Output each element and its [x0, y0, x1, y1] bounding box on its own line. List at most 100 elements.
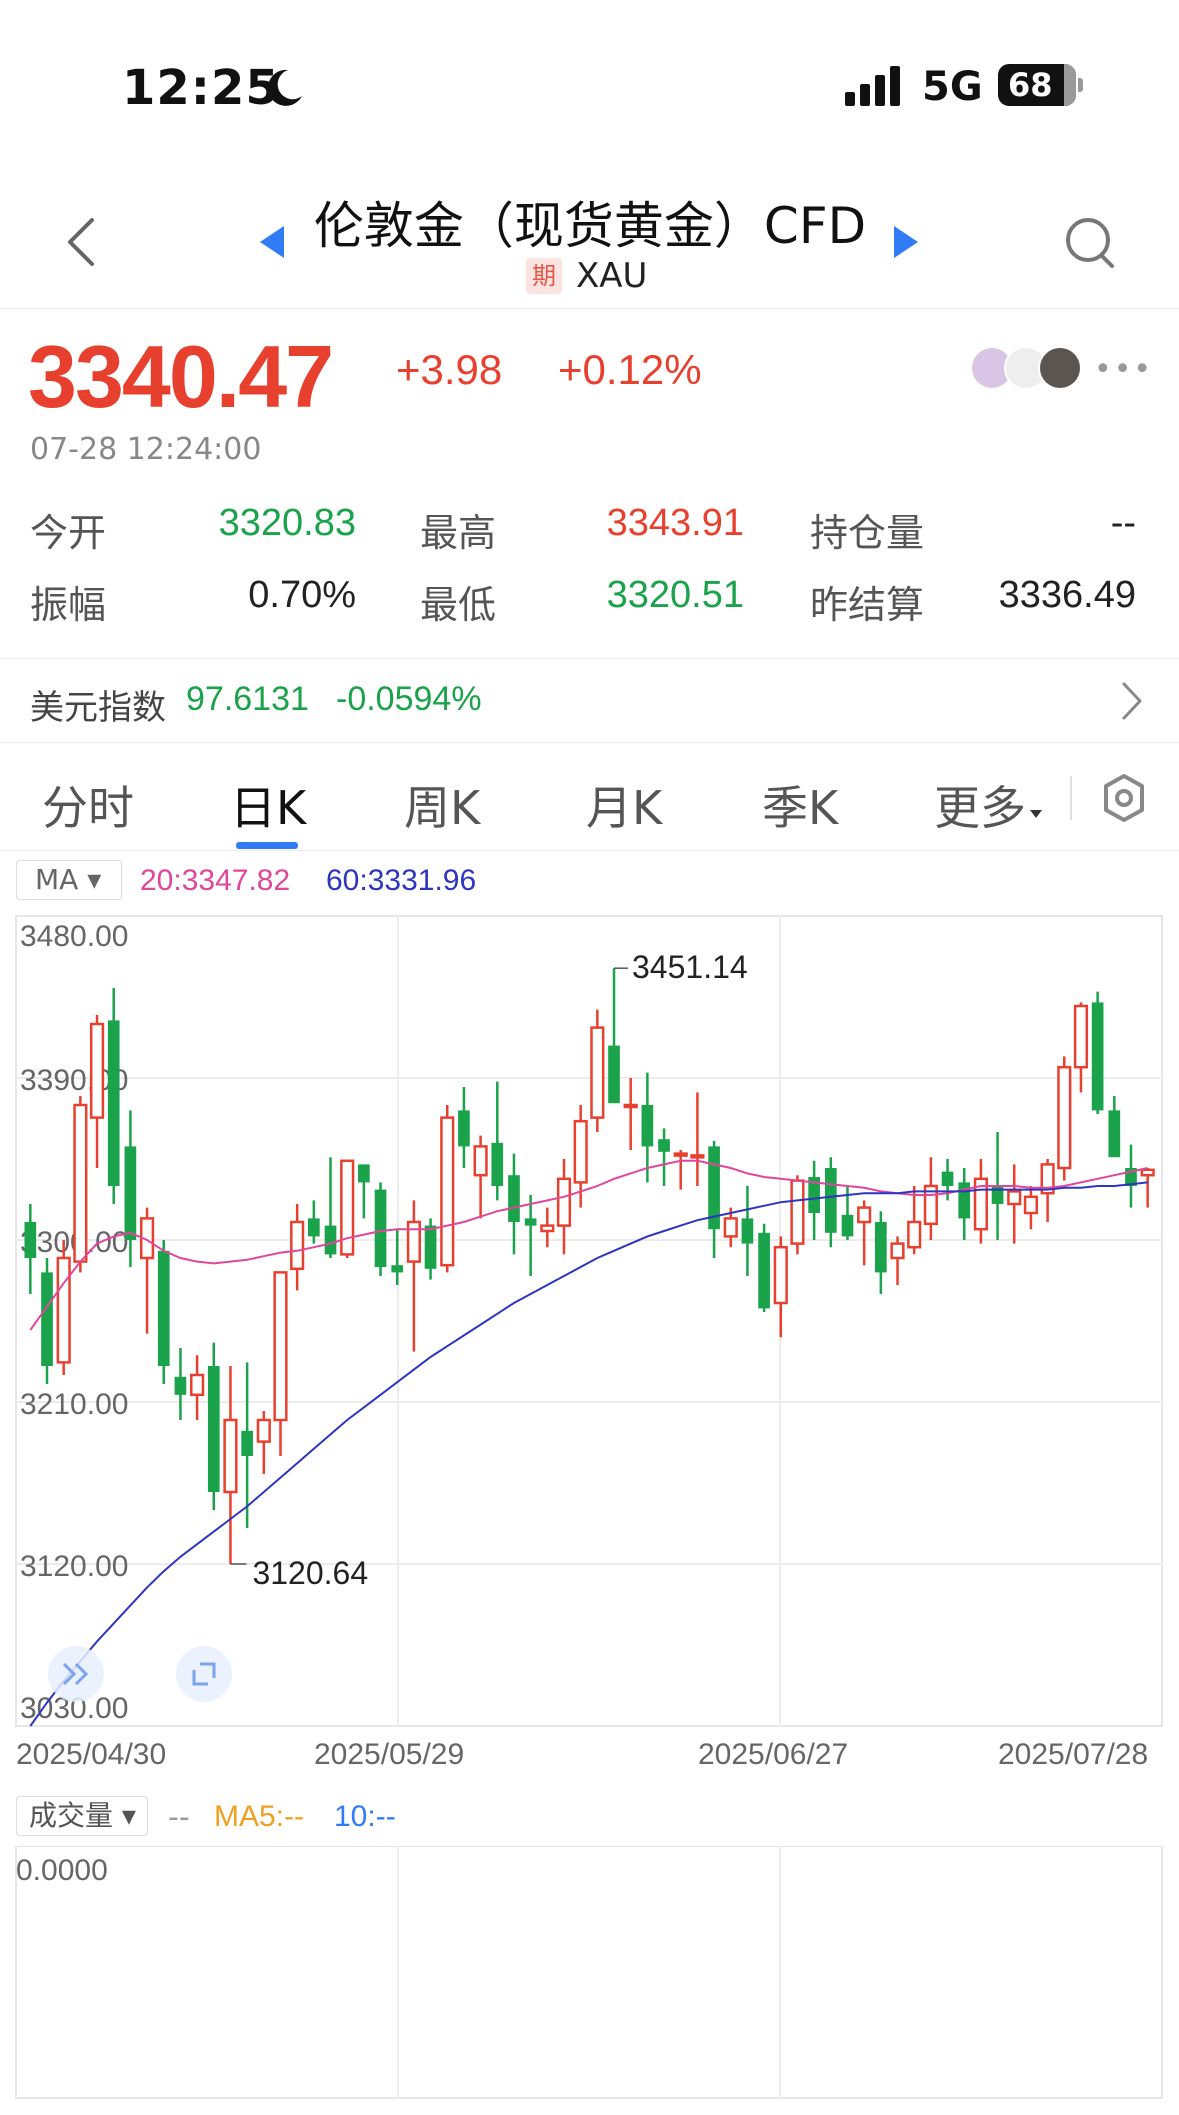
stat-value-high: 3343.91 — [606, 502, 744, 544]
page-title: 伦敦金（现货黄金）CFD — [313, 197, 867, 255]
y-tick-label: 3480.00 — [20, 920, 128, 953]
candle-body — [73, 1103, 88, 1263]
candle-body — [491, 1142, 504, 1186]
search-icon[interactable] — [1062, 214, 1118, 270]
candle-body — [324, 1225, 337, 1255]
stat-label-open-interest: 持仓量 — [810, 511, 925, 555]
back-icon[interactable] — [60, 212, 100, 272]
candle-body — [1007, 1190, 1022, 1206]
stat-label-open: 今开 — [30, 511, 107, 555]
tab-more[interactable]: 更多 — [934, 772, 1026, 838]
ma60-value: 60:3331.96 — [326, 864, 477, 897]
usd-index-row[interactable]: 美元指数 97.6131 -0.0594% — [0, 660, 1179, 744]
candle-body — [556, 1177, 572, 1227]
tab-intraday[interactable]: 分时 — [42, 772, 134, 838]
x-tick-label: 2025/05/29 — [314, 1738, 465, 1771]
candle-body — [56, 1256, 71, 1364]
candle-body — [190, 1373, 205, 1397]
candle-body — [124, 1146, 137, 1240]
battery-cap — [1078, 78, 1083, 92]
candle-body — [824, 1168, 837, 1233]
ma-selector[interactable]: MA ▾ — [16, 860, 122, 900]
candle-body — [458, 1110, 470, 1147]
stat-label-amplitude: 振幅 — [30, 583, 107, 627]
candle-body — [374, 1189, 387, 1267]
candle-body — [641, 1105, 654, 1147]
candle-body — [157, 1250, 170, 1366]
stat-value-prev-settle: 3336.49 — [998, 574, 1136, 616]
candle-body — [358, 1164, 370, 1183]
volume-chart[interactable]: 0.0000 — [0, 1846, 1179, 2106]
candle-body — [1108, 1110, 1121, 1158]
active-tab-indicator — [236, 842, 298, 849]
candle-body — [256, 1418, 271, 1443]
candle-body — [723, 1217, 738, 1238]
instrument-code: XAU — [576, 256, 648, 296]
candle-body — [673, 1152, 688, 1157]
candle-body — [89, 1022, 105, 1119]
y-tick-label: 3120.00 — [20, 1550, 128, 1583]
candle-body — [1057, 1065, 1072, 1170]
status-time: 12:25 — [122, 60, 280, 116]
candle-body — [890, 1242, 905, 1260]
tab-weekly-k[interactable]: 周K — [404, 772, 480, 838]
more-caret-icon — [1030, 810, 1042, 818]
candle-body — [841, 1214, 854, 1237]
candle-body — [41, 1272, 53, 1366]
candle-body — [308, 1218, 320, 1237]
last-price: 3340.47 — [28, 327, 334, 426]
prev-instrument-icon[interactable] — [258, 224, 286, 260]
tab-monthly-k[interactable]: 月K — [586, 772, 662, 838]
candle-body — [907, 1220, 922, 1249]
settings-icon[interactable] — [1100, 772, 1148, 824]
ma60-line — [29, 1181, 1148, 1727]
y-tick-label: 3210.00 — [20, 1388, 128, 1421]
candle-body — [473, 1145, 488, 1177]
candle-body — [508, 1175, 520, 1222]
battery-level: 68 — [1008, 66, 1053, 104]
candle-body — [440, 1116, 455, 1267]
candle-body — [690, 1154, 705, 1159]
candle-body — [758, 1232, 770, 1309]
tab-quarterly-k[interactable]: 季K — [762, 772, 838, 838]
candle-body — [941, 1171, 954, 1186]
candle-body — [790, 1179, 805, 1245]
low-annotation: 3120.64 — [252, 1555, 368, 1591]
candlestick-chart[interactable]: 3480.003390.003300.003210.003120.003030.… — [0, 910, 1179, 1730]
candle-body — [406, 1220, 421, 1263]
volume-ma10: 10:-- — [334, 1800, 396, 1833]
avatar-group[interactable] — [970, 346, 1082, 392]
volume-selector[interactable]: 成交量 ▾ — [16, 1796, 148, 1836]
quote-timestamp: 07-28 12:24:00 — [30, 432, 262, 467]
tabs-divider — [0, 850, 1179, 851]
candle-body — [773, 1245, 788, 1305]
candle-body — [1091, 1002, 1104, 1111]
volume-axis-label: 0.0000 — [16, 1854, 108, 1887]
candle-body — [1073, 1004, 1089, 1069]
more-icon[interactable]: ••• — [1094, 352, 1153, 387]
tab-separator — [1070, 776, 1072, 820]
next-instrument-icon[interactable] — [892, 224, 920, 260]
battery-icon: 68 — [998, 64, 1076, 106]
usd-index-label: 美元指数 — [30, 688, 166, 728]
candle-body — [290, 1220, 305, 1271]
x-tick-label: 2025/04/30 — [16, 1738, 167, 1771]
candle-body — [24, 1222, 37, 1258]
candle-body — [174, 1376, 187, 1395]
fullscreen-button[interactable] — [176, 1646, 232, 1702]
stat-value-low: 3320.51 — [606, 574, 744, 616]
candle-body — [590, 1026, 605, 1119]
chevron-right-icon — [1122, 682, 1142, 720]
header-divider — [0, 308, 1179, 309]
moon-icon — [267, 69, 302, 106]
stat-value-open: 3320.83 — [218, 502, 356, 544]
candle-body — [391, 1265, 404, 1273]
volume-ma5: MA5:-- — [214, 1800, 304, 1833]
stat-label-prev-settle: 昨结算 — [810, 583, 925, 627]
stat-label-high: 最高 — [420, 511, 497, 555]
candle-body — [207, 1366, 220, 1492]
network-label: 5G — [922, 64, 983, 110]
volume-value: -- — [168, 1800, 190, 1835]
tab-daily-k[interactable]: 日K — [230, 772, 306, 838]
usd-index-value: 97.6131 — [186, 680, 309, 718]
